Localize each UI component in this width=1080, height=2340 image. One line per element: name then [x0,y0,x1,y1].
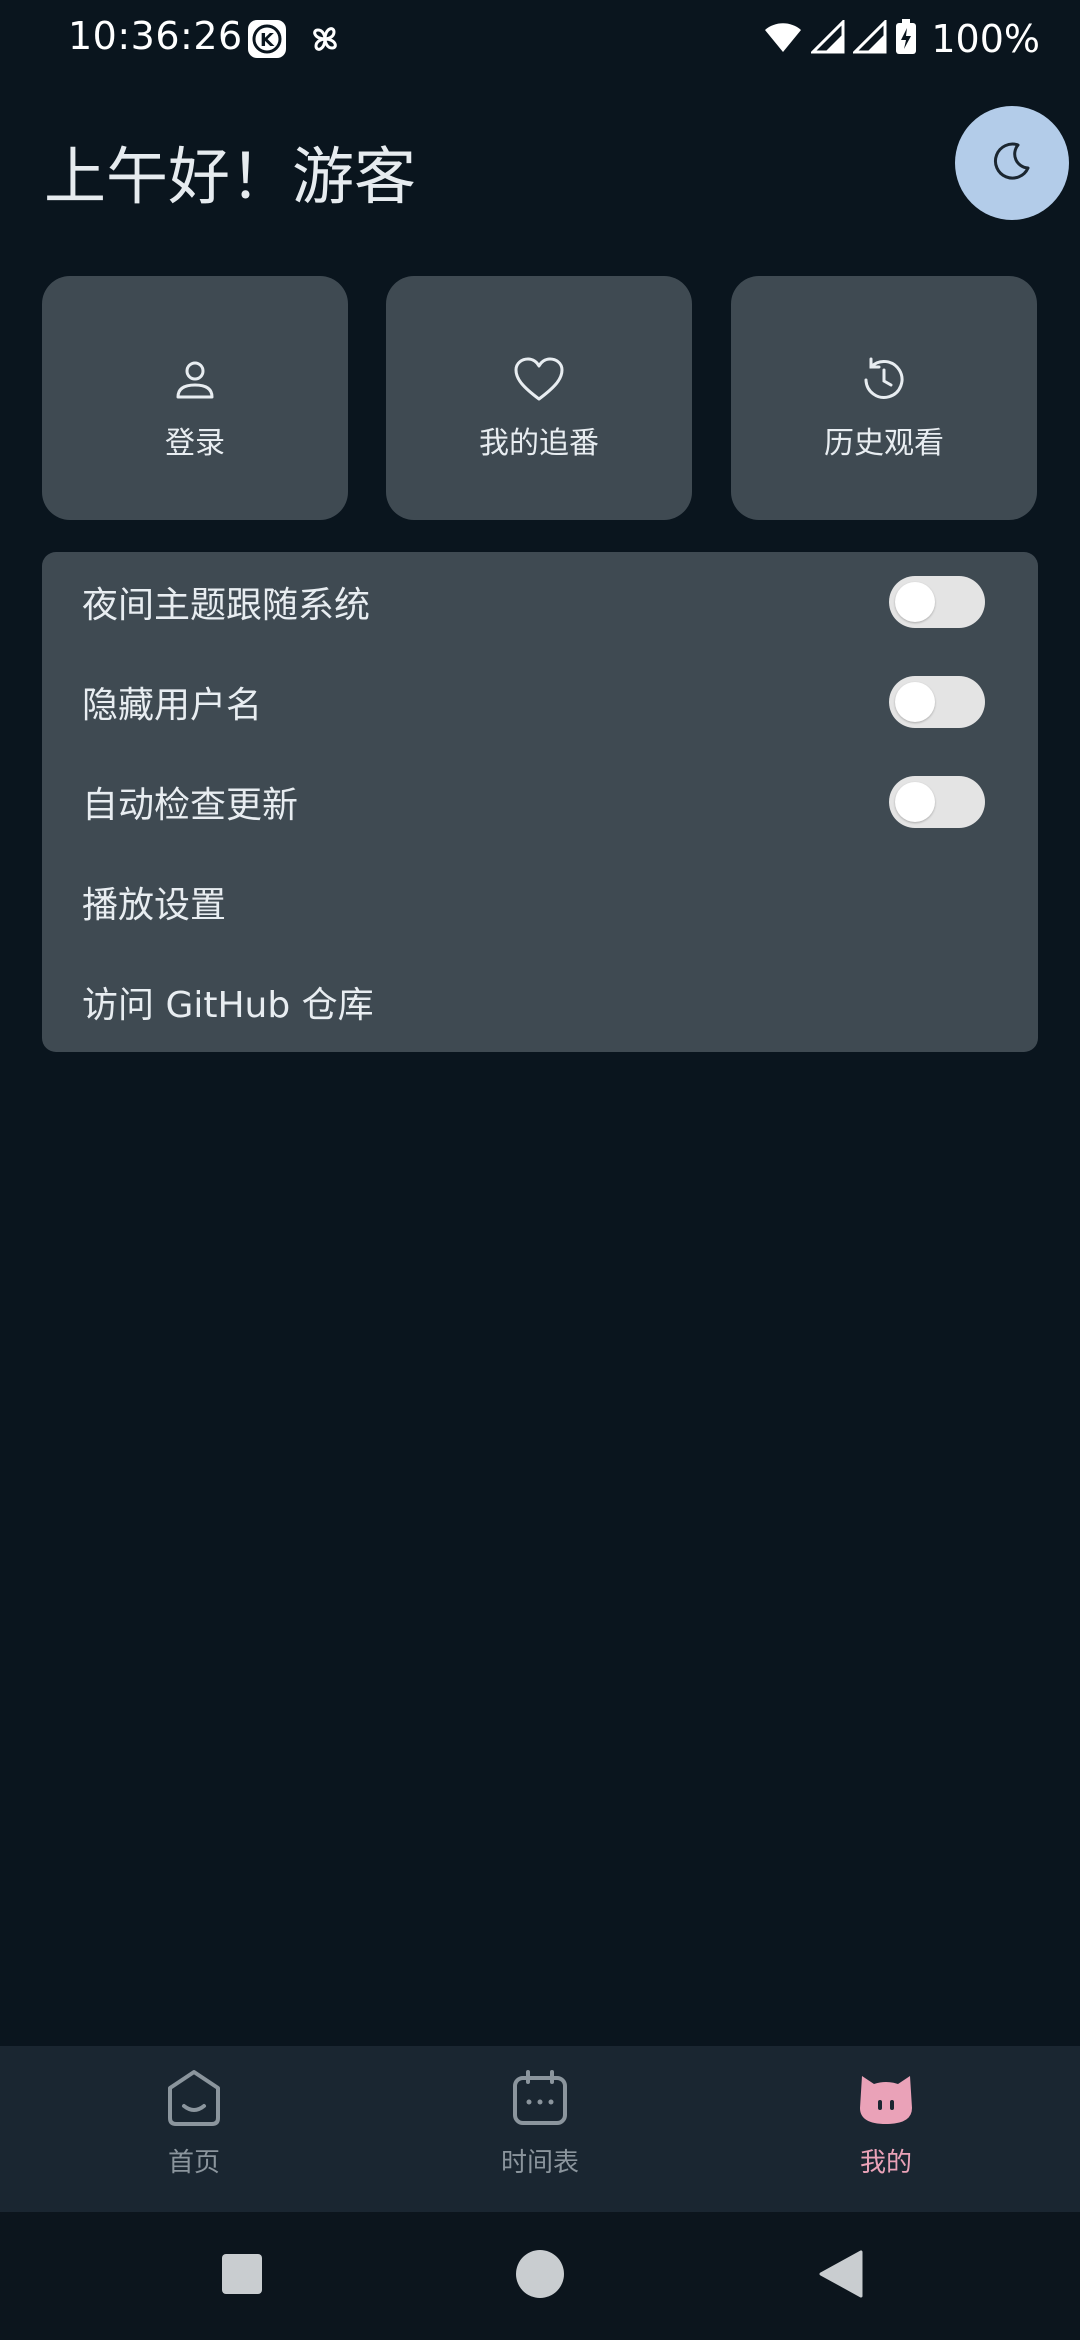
signal-icon [809,18,845,58]
setting-auto-check-update[interactable]: 自动检查更新 [42,752,1038,852]
toggle-knob [895,582,935,622]
wifi-icon [763,20,803,58]
nav-home-label: 首页 [167,2148,220,2178]
history-card[interactable]: 历史观看 [731,276,1037,520]
user-icon [167,352,223,408]
battery-charging-icon [895,19,917,59]
pinwheel-icon [304,18,346,60]
setting-label: 夜间主题跟随系统 [82,585,371,626]
toggle-knob [895,682,935,722]
setting-label: 访问 GitHub 仓库 [82,985,374,1026]
history-label: 历史观看 [824,426,944,461]
home-icon [164,2068,224,2128]
setting-hide-username[interactable]: 隐藏用户名 [42,652,1038,752]
settings-panel: 夜间主题跟随系统 隐藏用户名 自动检查更新 播放设置 访问 GitHub 仓库 [42,552,1038,1052]
my-following-label: 我的追番 [479,426,599,461]
status-bar: 10:36:26 K 100% [0,0,1080,80]
bottom-navigation: 首页 时间表 我的 [0,2046,1080,2212]
setting-label: 自动检查更新 [82,785,299,826]
signal-icon [851,18,887,58]
toggle-knob [895,782,935,822]
keyboard-app-icon: K [246,18,288,60]
calendar-icon [510,2068,570,2128]
setting-playback[interactable]: 播放设置 [42,852,1038,952]
screen: 10:36:26 K 100% 上午好！游客 登录 我的追番 历史观看 夜间主题… [0,0,1080,2340]
back-button[interactable] [796,2232,884,2320]
auto-update-toggle[interactable] [889,776,985,828]
setting-label: 播放设置 [82,885,227,926]
setting-night-theme-follow-system[interactable]: 夜间主题跟随系统 [42,552,1038,652]
my-following-card[interactable]: 我的追番 [386,276,692,520]
status-right-group: 100% [763,14,1040,64]
hide-username-toggle[interactable] [889,676,985,728]
history-icon [856,352,912,408]
system-navigation-bar [0,2212,1080,2340]
back-triangle-icon [817,2250,863,2302]
recents-button[interactable] [198,2232,286,2320]
nav-home[interactable]: 首页 [74,2046,314,2212]
greeting-title: 上午好！游客 [44,140,417,213]
recents-square-icon [220,2252,264,2300]
login-label: 登录 [165,426,225,461]
nav-schedule-label: 时间表 [500,2148,579,2178]
setting-label: 隐藏用户名 [82,685,263,726]
heart-icon [511,352,567,408]
setting-visit-github[interactable]: 访问 GitHub 仓库 [42,952,1038,1052]
login-card[interactable]: 登录 [42,276,348,520]
cat-icon [856,2068,916,2128]
home-button[interactable] [496,2232,584,2320]
home-circle-icon [515,2249,565,2303]
nav-mine[interactable]: 我的 [766,2046,1006,2212]
nav-schedule[interactable]: 时间表 [420,2046,660,2212]
moon-icon [988,137,1036,189]
battery-percentage: 100% [931,17,1040,61]
nav-mine-label: 我的 [859,2148,912,2178]
night-theme-toggle[interactable] [889,576,985,628]
svg-text:K: K [260,30,275,51]
status-time: 10:36:26 [68,14,243,58]
theme-toggle-button[interactable] [955,106,1069,220]
